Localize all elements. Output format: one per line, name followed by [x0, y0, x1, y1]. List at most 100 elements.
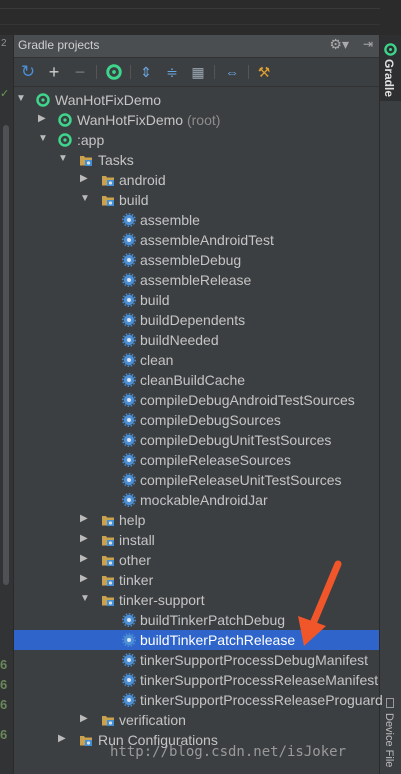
task-row[interactable]: assembleDebug [14, 250, 379, 270]
task-label: tinkerSupportProcessReleaseProguard [140, 692, 383, 708]
annotation-arrow-icon [298, 560, 342, 646]
tree-label: help [119, 512, 146, 528]
folder-icon [101, 173, 115, 187]
editor-fragment-icon: 6 [0, 697, 8, 712]
folder-icon [101, 593, 115, 607]
watermark: http://blog.csdn.net/isJoker [110, 744, 347, 760]
task-row[interactable]: compileReleaseSources [14, 450, 379, 470]
tree-row[interactable]: ▼ WanHotFixDemo [14, 90, 379, 110]
task-row[interactable]: assembleAndroidTest [14, 230, 379, 250]
collapsed-caret-icon[interactable]: ▶ [80, 713, 88, 724]
collapsed-caret-icon[interactable]: ▶ [80, 513, 88, 524]
expanded-caret-icon[interactable]: ▼ [16, 93, 26, 104]
task-cog-icon [122, 473, 136, 487]
gradle-icon [58, 133, 72, 147]
device-file-tab[interactable]: Device File [383, 713, 395, 767]
collapsed-caret-icon[interactable]: ▶ [80, 533, 88, 544]
link-icon[interactable]: ⇔ [224, 64, 240, 80]
hide-panel-icon[interactable]: ⇥ [363, 37, 373, 51]
tree-label: :app [77, 132, 105, 148]
collapsed-caret-icon[interactable]: ▶ [38, 113, 46, 124]
tree-row[interactable]: ▶ install [14, 530, 379, 550]
task-row[interactable]: tinkerSupportProcessDebugManifest [14, 650, 379, 670]
collapsed-caret-icon[interactable]: ▶ [80, 173, 88, 184]
right-tool-strip: Gradle Device File [379, 35, 401, 774]
check-icon: ✓ [0, 88, 10, 100]
task-row[interactable]: buildNeeded [14, 330, 379, 350]
expanded-caret-icon[interactable]: ▼ [58, 153, 68, 164]
panel-title: Gradle projects [18, 38, 100, 52]
left-gutter: 2 ✓ 6 6 6 6 [0, 35, 14, 774]
gutter-number: 2 [1, 38, 7, 49]
gradle-icon [58, 113, 72, 127]
task-row[interactable]: tinkerSupportProcessReleaseManifest [14, 670, 379, 690]
task-label: assemble [140, 212, 200, 228]
tree-row[interactable]: ▶ android [14, 170, 379, 190]
collapsed-caret-icon[interactable]: ▶ [80, 573, 88, 584]
task-label: buildTinkerPatchDebug [140, 612, 286, 628]
task-row[interactable]: build [14, 290, 379, 310]
task-label: assembleDebug [140, 252, 242, 268]
task-row[interactable]: clean [14, 350, 379, 370]
tree-row[interactable]: ▼ Tasks [14, 150, 379, 170]
gear-icon[interactable]: ⚙▾ [329, 36, 349, 53]
add-icon[interactable]: + [46, 62, 62, 82]
tree-row[interactable]: ▶ verification [14, 710, 379, 730]
task-cog-icon [122, 333, 136, 347]
task-cog-icon [122, 693, 136, 707]
expanded-caret-icon[interactable]: ▼ [80, 593, 90, 604]
tree-row[interactable]: ▶ help [14, 510, 379, 530]
tree-label: verification [119, 712, 186, 728]
editor-line [0, 24, 380, 25]
task-cog-icon [122, 313, 136, 327]
task-cog-icon [122, 613, 136, 627]
left-scrollbar[interactable] [3, 125, 9, 585]
expanded-caret-icon[interactable]: ▼ [80, 193, 90, 204]
tree-row[interactable]: ▼ build [14, 190, 379, 210]
task-label: cleanBuildCache [140, 372, 246, 388]
task-row[interactable]: mockableAndroidJar [14, 490, 379, 510]
task-row[interactable]: compileDebugSources [14, 410, 379, 430]
task-row[interactable]: assembleRelease [14, 270, 379, 290]
tree-row[interactable]: ▶ WanHotFixDemo (root) [14, 110, 379, 130]
tree-row[interactable]: ▼ :app [14, 130, 379, 150]
panel-toolbar: ↻ + − ⇕ ≑ ▦ ⇔ ⚒ [14, 58, 379, 87]
group-modules-icon[interactable]: ▦ [190, 64, 206, 80]
toolbar-separator [248, 65, 249, 79]
task-cog-icon [122, 493, 136, 507]
collapse-all-icon[interactable]: ≑ [164, 64, 180, 80]
task-row[interactable]: tinkerSupportProcessReleaseProguard [14, 690, 383, 710]
collapsed-caret-icon[interactable]: ▶ [58, 733, 66, 744]
task-row[interactable]: cleanBuildCache [14, 370, 379, 390]
task-cog-icon [122, 233, 136, 247]
expand-all-icon[interactable]: ⇕ [138, 64, 154, 80]
task-cog-icon [122, 353, 136, 367]
settings-icon[interactable]: ⚒ [256, 64, 272, 80]
tree-label: WanHotFixDemo [55, 92, 162, 108]
task-row[interactable]: buildDependents [14, 310, 379, 330]
panel-header: Gradle projects ⚙▾ ⇥ [14, 35, 379, 58]
refresh-icon[interactable]: ↻ [20, 62, 36, 81]
task-row[interactable]: assemble [14, 210, 379, 230]
gradle-run-icon[interactable] [106, 64, 122, 80]
tree-label: tinker-support [119, 592, 205, 608]
task-label: buildDependents [140, 312, 246, 328]
task-row[interactable]: compileDebugUnitTestSources [14, 430, 379, 450]
task-row[interactable]: compileDebugAndroidTestSources [14, 390, 379, 410]
task-cog-icon [122, 653, 136, 667]
module-name: WanHotFixDemo [77, 112, 184, 128]
task-label: assembleAndroidTest [140, 232, 274, 248]
task-row[interactable]: compileReleaseUnitTestSources [14, 470, 379, 490]
editor-top-strip [0, 0, 401, 35]
task-cog-icon [122, 633, 136, 647]
task-label: assembleRelease [140, 272, 252, 288]
task-cog-icon [122, 453, 136, 467]
editor-fragment-icon: 6 [0, 727, 8, 742]
remove-icon[interactable]: − [72, 62, 88, 82]
collapsed-caret-icon[interactable]: ▶ [80, 553, 88, 564]
task-label: compileReleaseSources [140, 452, 291, 468]
task-label: compileDebugAndroidTestSources [140, 392, 355, 408]
editor-fragment-icon: 6 [0, 657, 8, 672]
gradle-side-tab[interactable]: Gradle [380, 35, 401, 101]
expanded-caret-icon[interactable]: ▼ [38, 133, 48, 144]
